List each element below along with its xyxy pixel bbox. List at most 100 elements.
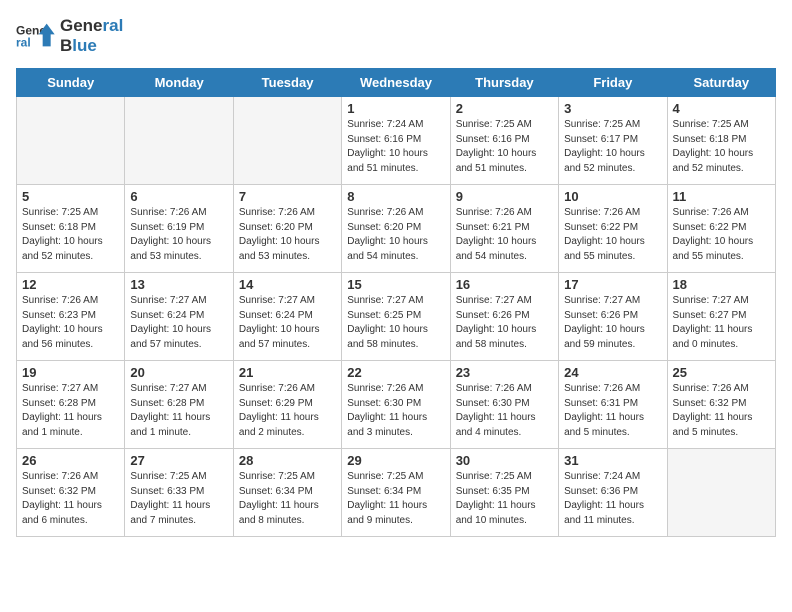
calendar-table: SundayMondayTuesdayWednesdayThursdayFrid… [16, 68, 776, 537]
day-info: Sunrise: 7:27 AM Sunset: 6:26 PM Dayligh… [564, 294, 661, 352]
cell-week2-day1: 6 Sunrise: 7:26 AM Sunset: 6:19 PM Daylig… [125, 185, 233, 273]
week-row-3: 12 Sunrise: 7:26 AM Sunset: 6:23 PM Dayli… [17, 273, 776, 361]
week-row-2: 5Sunrise: 7:25 AM Sunset: 6:18 PM Daylig… [17, 185, 776, 273]
day-number: 24 [564, 365, 661, 380]
day-info: Sunrise: 7:26 AM Sunset: 6:22 PM Dayligh… [673, 206, 770, 264]
day-info: Sunrise: 7:27 AM Sunset: 6:25 PM Dayligh… [347, 294, 444, 352]
day-info: Sunrise: 7:27 AM Sunset: 6:24 PM Dayligh… [239, 294, 336, 352]
cell-week1-day4: 2Sunrise: 7:25 AM Sunset: 6:16 PM Daylig… [450, 97, 558, 185]
day-info: Sunrise: 7:27 AM Sunset: 6:24 PM Dayligh… [130, 294, 227, 352]
header-monday: Monday [125, 69, 233, 97]
day-number: 17 [564, 277, 661, 292]
header-row: SundayMondayTuesdayWednesdayThursdayFrid… [17, 69, 776, 97]
day-number: 22 [347, 365, 444, 380]
cell-week5-day1: 27 Sunrise: 7:25 AM Sunset: 6:33 PM Dayli… [125, 449, 233, 537]
day-number: 21 [239, 365, 336, 380]
day-number: 14 [239, 277, 336, 292]
day-info: Sunrise: 7:26 AM Sunset: 6:20 PM Dayligh… [347, 206, 444, 264]
day-number: 7 [239, 189, 336, 204]
day-number: 2 [456, 101, 553, 116]
logo-svg: Gene ral [16, 16, 56, 56]
week-row-5: 26 Sunrise: 7:26 AM Sunset: 6:32 PM Dayli… [17, 449, 776, 537]
day-info: Sunrise: 7:26 AM Sunset: 6:30 PM Dayligh… [347, 382, 444, 440]
day-number: 11 [673, 189, 770, 204]
header-tuesday: Tuesday [233, 69, 341, 97]
logo-wordmark: General Blue [60, 16, 123, 55]
cell-week4-day3: 22 Sunrise: 7:26 AM Sunset: 6:30 PM Dayli… [342, 361, 450, 449]
cell-week5-day6 [667, 449, 775, 537]
cell-week1-day3: 1 Sunrise: 7:24 AM Sunset: 6:16 PM Daylig… [342, 97, 450, 185]
week-row-1: 1 Sunrise: 7:24 AM Sunset: 6:16 PM Daylig… [17, 97, 776, 185]
cell-week4-day2: 21 Sunrise: 7:26 AM Sunset: 6:29 PM Dayli… [233, 361, 341, 449]
day-number: 1 [347, 101, 444, 116]
cell-week1-day2 [233, 97, 341, 185]
day-number: 26 [22, 453, 119, 468]
cell-week5-day2: 28 Sunrise: 7:25 AM Sunset: 6:34 PM Dayli… [233, 449, 341, 537]
cell-week2-day2: 7 Sunrise: 7:26 AM Sunset: 6:20 PM Daylig… [233, 185, 341, 273]
week-row-4: 19 Sunrise: 7:27 AM Sunset: 6:28 PM Dayli… [17, 361, 776, 449]
cell-week5-day3: 29 Sunrise: 7:25 AM Sunset: 6:34 PM Dayli… [342, 449, 450, 537]
header-saturday: Saturday [667, 69, 775, 97]
day-number: 19 [22, 365, 119, 380]
cell-week2-day6: 11 Sunrise: 7:26 AM Sunset: 6:22 PM Dayli… [667, 185, 775, 273]
day-number: 28 [239, 453, 336, 468]
day-info: Sunrise: 7:25 AM Sunset: 6:17 PM Dayligh… [564, 118, 661, 176]
cell-week4-day5: 24 Sunrise: 7:26 AM Sunset: 6:31 PM Dayli… [559, 361, 667, 449]
header-friday: Friday [559, 69, 667, 97]
cell-week5-day4: 30Sunrise: 7:25 AM Sunset: 6:35 PM Dayli… [450, 449, 558, 537]
day-info: Sunrise: 7:26 AM Sunset: 6:32 PM Dayligh… [673, 382, 770, 440]
cell-week3-day4: 16Sunrise: 7:27 AM Sunset: 6:26 PM Dayli… [450, 273, 558, 361]
cell-week1-day5: 3 Sunrise: 7:25 AM Sunset: 6:17 PM Daylig… [559, 97, 667, 185]
page-header: Gene ral General Blue [16, 16, 776, 56]
day-info: Sunrise: 7:25 AM Sunset: 6:34 PM Dayligh… [347, 470, 444, 528]
cell-week3-day5: 17 Sunrise: 7:27 AM Sunset: 6:26 PM Dayli… [559, 273, 667, 361]
day-number: 18 [673, 277, 770, 292]
cell-week5-day0: 26 Sunrise: 7:26 AM Sunset: 6:32 PM Dayli… [17, 449, 125, 537]
header-wednesday: Wednesday [342, 69, 450, 97]
day-info: Sunrise: 7:26 AM Sunset: 6:22 PM Dayligh… [564, 206, 661, 264]
day-info: Sunrise: 7:24 AM Sunset: 6:16 PM Dayligh… [347, 118, 444, 176]
day-number: 27 [130, 453, 227, 468]
cell-week3-day2: 14 Sunrise: 7:27 AM Sunset: 6:24 PM Dayli… [233, 273, 341, 361]
day-info: Sunrise: 7:26 AM Sunset: 6:31 PM Dayligh… [564, 382, 661, 440]
day-number: 4 [673, 101, 770, 116]
day-info: Sunrise: 7:25 AM Sunset: 6:33 PM Dayligh… [130, 470, 227, 528]
cell-week4-day6: 25 Sunrise: 7:26 AM Sunset: 6:32 PM Dayli… [667, 361, 775, 449]
day-number: 3 [564, 101, 661, 116]
day-info: Sunrise: 7:26 AM Sunset: 6:29 PM Dayligh… [239, 382, 336, 440]
cell-week3-day6: 18 Sunrise: 7:27 AM Sunset: 6:27 PM Dayli… [667, 273, 775, 361]
day-info: Sunrise: 7:27 AM Sunset: 6:27 PM Dayligh… [673, 294, 770, 352]
day-number: 6 [130, 189, 227, 204]
cell-week3-day1: 13Sunrise: 7:27 AM Sunset: 6:24 PM Dayli… [125, 273, 233, 361]
header-sunday: Sunday [17, 69, 125, 97]
cell-week3-day3: 15 Sunrise: 7:27 AM Sunset: 6:25 PM Dayli… [342, 273, 450, 361]
day-info: Sunrise: 7:26 AM Sunset: 6:23 PM Dayligh… [22, 294, 119, 352]
cell-week2-day3: 8Sunrise: 7:26 AM Sunset: 6:20 PM Daylig… [342, 185, 450, 273]
day-info: Sunrise: 7:24 AM Sunset: 6:36 PM Dayligh… [564, 470, 661, 528]
day-number: 15 [347, 277, 444, 292]
cell-week2-day4: 9 Sunrise: 7:26 AM Sunset: 6:21 PM Daylig… [450, 185, 558, 273]
day-info: Sunrise: 7:25 AM Sunset: 6:18 PM Dayligh… [673, 118, 770, 176]
day-info: Sunrise: 7:26 AM Sunset: 6:20 PM Dayligh… [239, 206, 336, 264]
cell-week4-day0: 19 Sunrise: 7:27 AM Sunset: 6:28 PM Dayli… [17, 361, 125, 449]
cell-week5-day5: 31 Sunrise: 7:24 AM Sunset: 6:36 PM Dayli… [559, 449, 667, 537]
day-info: Sunrise: 7:26 AM Sunset: 6:32 PM Dayligh… [22, 470, 119, 528]
day-info: Sunrise: 7:26 AM Sunset: 6:30 PM Dayligh… [456, 382, 553, 440]
day-info: Sunrise: 7:25 AM Sunset: 6:34 PM Dayligh… [239, 470, 336, 528]
day-number: 5 [22, 189, 119, 204]
day-info: Sunrise: 7:27 AM Sunset: 6:26 PM Dayligh… [456, 294, 553, 352]
cell-week4-day1: 20Sunrise: 7:27 AM Sunset: 6:28 PM Dayli… [125, 361, 233, 449]
day-number: 31 [564, 453, 661, 468]
day-number: 25 [673, 365, 770, 380]
day-number: 9 [456, 189, 553, 204]
day-info: Sunrise: 7:26 AM Sunset: 6:21 PM Dayligh… [456, 206, 553, 264]
day-number: 20 [130, 365, 227, 380]
day-info: Sunrise: 7:27 AM Sunset: 6:28 PM Dayligh… [22, 382, 119, 440]
cell-week4-day4: 23Sunrise: 7:26 AM Sunset: 6:30 PM Dayli… [450, 361, 558, 449]
day-info: Sunrise: 7:26 AM Sunset: 6:19 PM Dayligh… [130, 206, 227, 264]
header-thursday: Thursday [450, 69, 558, 97]
day-number: 29 [347, 453, 444, 468]
cell-week2-day0: 5Sunrise: 7:25 AM Sunset: 6:18 PM Daylig… [17, 185, 125, 273]
logo: Gene ral General Blue [16, 16, 123, 56]
day-number: 12 [22, 277, 119, 292]
